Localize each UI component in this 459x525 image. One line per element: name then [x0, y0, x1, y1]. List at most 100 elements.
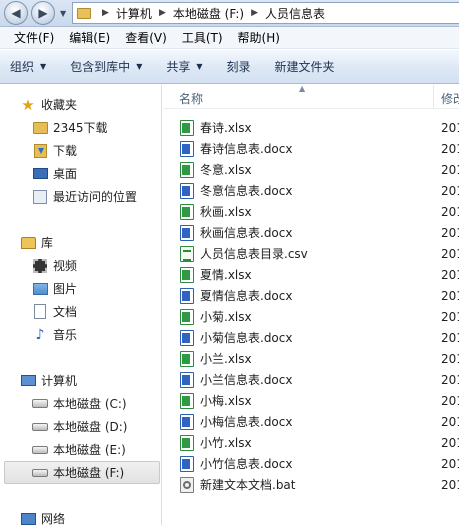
include-in-library-button[interactable]: 包含到库中 ▼	[70, 58, 142, 75]
file-name: 新建文本文档.bat	[200, 478, 296, 492]
recent-pages-dropdown[interactable]: ▼	[60, 9, 66, 18]
file-name: 小兰.xlsx	[200, 352, 252, 366]
file-modified-date: 201	[441, 351, 459, 366]
network-icon	[20, 511, 36, 525]
file-modified-date: 201	[441, 183, 459, 198]
file-modified-date: 201	[441, 435, 459, 450]
file-row[interactable]: 小梅.xlsx 201	[163, 390, 459, 411]
nav-item-desktop[interactable]: 桌面	[32, 162, 160, 185]
sort-ascending-icon: ▲	[299, 84, 306, 93]
word-file-icon	[180, 329, 194, 346]
nav-libraries[interactable]: 库	[20, 231, 160, 254]
file-row[interactable]: 夏情.xlsx 201	[163, 264, 459, 285]
menu-help[interactable]: 帮助(H)	[238, 29, 280, 46]
nav-network[interactable]: 网络	[20, 507, 160, 525]
menu-file[interactable]: 文件(F)	[14, 29, 54, 46]
file-modified-date: 201	[441, 372, 459, 387]
forward-button[interactable]: ▶	[31, 1, 55, 25]
file-modified-date: 201	[441, 309, 459, 324]
column-header-name[interactable]: 名称	[179, 90, 203, 107]
file-modified-date: 201	[441, 141, 459, 156]
excel-file-icon	[180, 203, 194, 220]
file-row[interactable]: 小菊.xlsx 201	[163, 306, 459, 327]
breadcrumb[interactable]: ▶ 计算机 ▶ 本地磁盘 (F:) ▶ 人员信息表	[72, 2, 459, 24]
menu-tools[interactable]: 工具(T)	[182, 29, 223, 46]
excel-file-icon	[180, 308, 194, 325]
library-icon	[20, 235, 36, 251]
organize-button[interactable]: 组织 ▼	[10, 58, 46, 75]
file-modified-date: 201	[441, 204, 459, 219]
file-row[interactable]: 秋画.xlsx 201	[163, 201, 459, 222]
navigation-pane: ★ 收藏夹 2345下载 下载 桌面 最近访问的位置 库 视频 图片 文档 ♪ …	[0, 85, 162, 525]
desktop-icon	[32, 166, 48, 182]
file-row[interactable]: 新建文本文档.bat 201	[163, 474, 459, 495]
chevron-right-icon[interactable]: ▶	[102, 8, 109, 18]
file-name: 小菊.xlsx	[200, 310, 252, 324]
file-row[interactable]: 小竹信息表.docx 201	[163, 453, 459, 474]
file-name: 秋画.xlsx	[200, 205, 252, 219]
file-row[interactable]: 人员信息表目录.csv 201	[163, 243, 459, 264]
nav-item-videos[interactable]: 视频	[32, 254, 160, 277]
word-file-icon	[180, 140, 194, 157]
nav-drive-d[interactable]: 本地磁盘 (D:)	[32, 415, 160, 438]
new-folder-button[interactable]: 新建文件夹	[275, 58, 335, 75]
chevron-right-icon[interactable]: ▶	[159, 8, 166, 18]
file-row[interactable]: 小菊信息表.docx 201	[163, 327, 459, 348]
nav-item-label: 音乐	[53, 328, 78, 342]
burn-button[interactable]: 刻录	[227, 58, 251, 75]
file-row[interactable]: 小梅信息表.docx 201	[163, 411, 459, 432]
command-bar: 组织 ▼ 包含到库中 ▼ 共享 ▼ 刻录 新建文件夹	[0, 50, 459, 84]
nav-drive-f[interactable]: 本地磁盘 (F:)	[4, 461, 160, 484]
nav-item-downloads[interactable]: 下载	[32, 139, 160, 162]
column-divider[interactable]	[433, 85, 434, 109]
include-in-library-label: 包含到库中	[70, 60, 131, 74]
file-name: 小竹.xlsx	[200, 436, 252, 450]
nav-item-pictures[interactable]: 图片	[32, 277, 160, 300]
nav-item-2345-downloads[interactable]: 2345下载	[32, 116, 160, 139]
breadcrumb-current-folder[interactable]: 人员信息表	[265, 5, 325, 22]
nav-item-music[interactable]: ♪ 音乐	[32, 323, 160, 346]
file-name: 夏情信息表.docx	[200, 289, 293, 303]
breadcrumb-drive-f[interactable]: 本地磁盘 (F:)	[173, 5, 244, 22]
file-row[interactable]: 冬意信息表.docx 201	[163, 180, 459, 201]
nav-favorites[interactable]: ★ 收藏夹	[20, 93, 160, 116]
file-name: 人员信息表目录.csv	[200, 247, 308, 261]
pictures-library-icon	[32, 281, 48, 297]
file-row[interactable]: 秋画信息表.docx 201	[163, 222, 459, 243]
nav-item-documents[interactable]: 文档	[32, 300, 160, 323]
nav-computer[interactable]: 计算机	[20, 369, 160, 392]
music-note-icon: ♪	[35, 326, 45, 343]
chevron-right-icon[interactable]: ▶	[251, 8, 258, 18]
nav-item-label: 本地磁盘 (C:)	[53, 397, 127, 411]
nav-item-label: 最近访问的位置	[53, 190, 138, 204]
file-modified-date: 201	[441, 456, 459, 471]
word-file-icon	[180, 413, 194, 430]
share-button[interactable]: 共享 ▼	[166, 58, 202, 75]
nav-item-label: 图片	[53, 282, 78, 296]
file-row[interactable]: 冬意.xlsx 201	[163, 159, 459, 180]
menu-edit[interactable]: 编辑(E)	[69, 29, 110, 46]
nav-network-label: 网络	[41, 512, 66, 525]
excel-file-icon	[180, 161, 194, 178]
file-name: 小竹信息表.docx	[200, 457, 293, 471]
nav-drive-e[interactable]: 本地磁盘 (E:)	[32, 438, 160, 461]
csv-file-icon	[180, 245, 194, 262]
column-header-modified[interactable]: 修改	[441, 90, 459, 107]
file-list: 名称 ▲ 修改 春诗.xlsx 201 春诗信息表.docx 201 冬意.xlsx 20…	[163, 84, 459, 525]
word-file-icon	[180, 455, 194, 472]
file-row[interactable]: 小竹.xlsx 201	[163, 432, 459, 453]
file-row[interactable]: 小兰信息表.docx 201	[163, 369, 459, 390]
computer-icon	[20, 373, 36, 389]
file-name: 冬意.xlsx	[200, 163, 252, 177]
breadcrumb-computer[interactable]: 计算机	[116, 5, 152, 22]
nav-item-recent-places[interactable]: 最近访问的位置	[32, 185, 160, 208]
nav-computer-label: 计算机	[41, 374, 78, 388]
menu-view[interactable]: 查看(V)	[125, 29, 167, 46]
file-row[interactable]: 夏情信息表.docx 201	[163, 285, 459, 306]
file-row[interactable]: 小兰.xlsx 201	[163, 348, 459, 369]
back-button[interactable]: ◀	[4, 1, 28, 25]
file-row[interactable]: 春诗.xlsx 201	[163, 117, 459, 138]
file-row[interactable]: 春诗信息表.docx 201	[163, 138, 459, 159]
nav-drive-c[interactable]: 本地磁盘 (C:)	[32, 392, 160, 415]
organize-label: 组织	[10, 60, 35, 74]
